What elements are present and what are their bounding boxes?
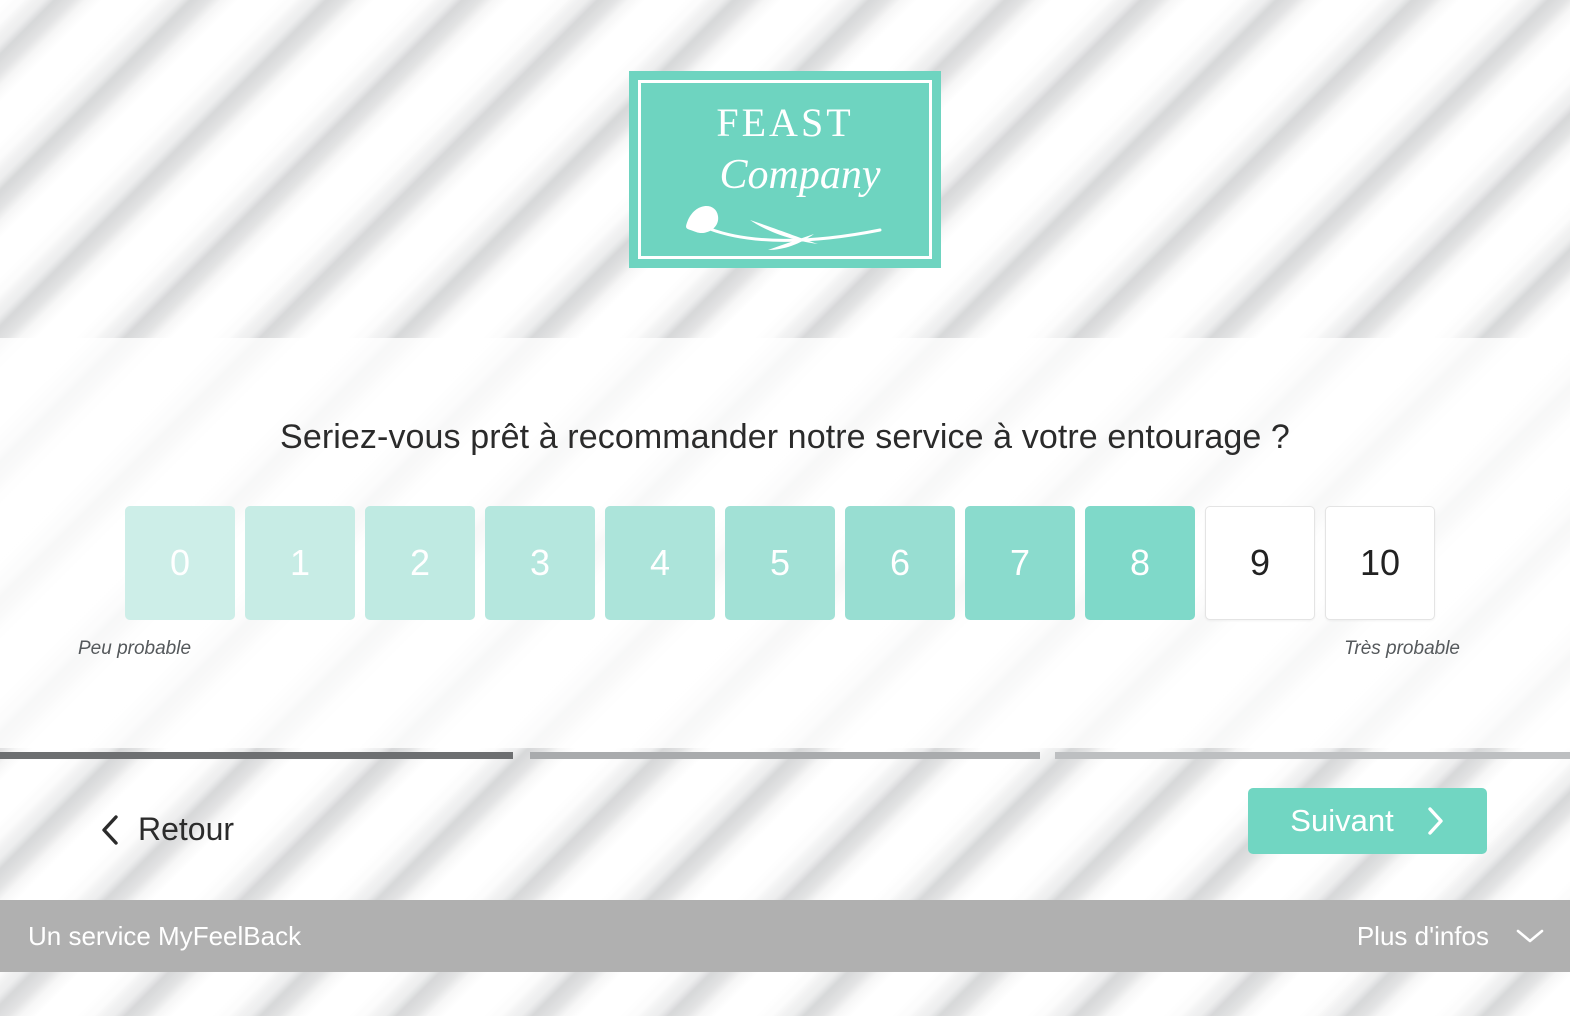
logo-text-company: Company [720,152,881,198]
rating-label: 0 [169,542,191,583]
progress-segment-1 [0,752,513,759]
rating-option-1[interactable]: 1 [245,506,355,620]
progress-segment-3 [1055,752,1570,759]
back-button[interactable]: Retour [100,811,234,848]
rating-label: 10 [1359,542,1401,583]
scale-high-label: Très probable [1344,638,1460,659]
scale-low-label: Peu probable [78,638,192,659]
rating-option-6[interactable]: 6 [845,506,955,620]
question-text: Seriez-vous prêt à recommander notre ser… [280,418,1290,456]
rating-option-5[interactable]: 5 [725,506,835,620]
chevron-right-icon [1428,807,1443,835]
rating-label: 9 [1249,542,1271,583]
navigation-bar: Retour Suivant [0,775,1570,897]
brand-logo: FEAST Company [629,70,941,268]
rating-label: 6 [889,542,911,583]
rating-option-10[interactable]: 10 [1325,506,1435,620]
back-button-label: Retour [138,811,235,847]
rating-label: 1 [289,542,311,583]
more-info-button[interactable]: Plus d'infos [1357,921,1545,952]
rating-label: 2 [409,542,431,583]
next-button-label: Suivant [1290,803,1394,838]
rating-option-7[interactable]: 7 [965,506,1075,620]
scale-anchor-labels: Peu probable Très probable [0,638,1570,668]
footer-bar: Un service MyFeelBack Plus d'infos [0,900,1570,972]
more-info-label: Plus d'infos [1356,920,1489,951]
progress-segment-2 [530,752,1040,759]
chevron-down-icon [1516,929,1544,943]
logo-artwork: FEAST Company [686,100,882,250]
rating-label: 3 [529,542,551,583]
progress-gap-1 [513,752,530,759]
rating-option-2[interactable]: 2 [365,506,475,620]
logo-text-feast: FEAST [716,100,853,145]
rating-label: 8 [1129,542,1151,583]
rating-label: 7 [1009,542,1031,583]
header: FEAST Company [0,0,1570,338]
survey-page: FEAST Company Seriez-vous prêt à recomma… [0,0,1570,1016]
rating-option-8[interactable]: 8 [1085,506,1195,620]
rating-label: 4 [649,542,671,583]
rating-option-9[interactable]: 9 [1205,506,1315,620]
rating-option-4[interactable]: 4 [605,506,715,620]
rating-label: 5 [769,542,791,583]
flower-branch-icon [686,205,882,250]
chevron-left-icon [102,814,118,845]
footer-service-text: Un service MyFeelBack [28,920,302,951]
rating-option-0[interactable]: 0 [125,506,235,620]
nps-scale[interactable]: 0 1 2 3 4 5 6 7 8 9 10 [125,506,1435,620]
rating-option-3[interactable]: 3 [485,506,595,620]
next-button[interactable]: Suivant [1248,788,1487,854]
progress-gap-2 [1040,752,1055,759]
question-panel: Seriez-vous prêt à recommander notre ser… [0,338,1570,748]
progress-bar [0,752,1570,759]
